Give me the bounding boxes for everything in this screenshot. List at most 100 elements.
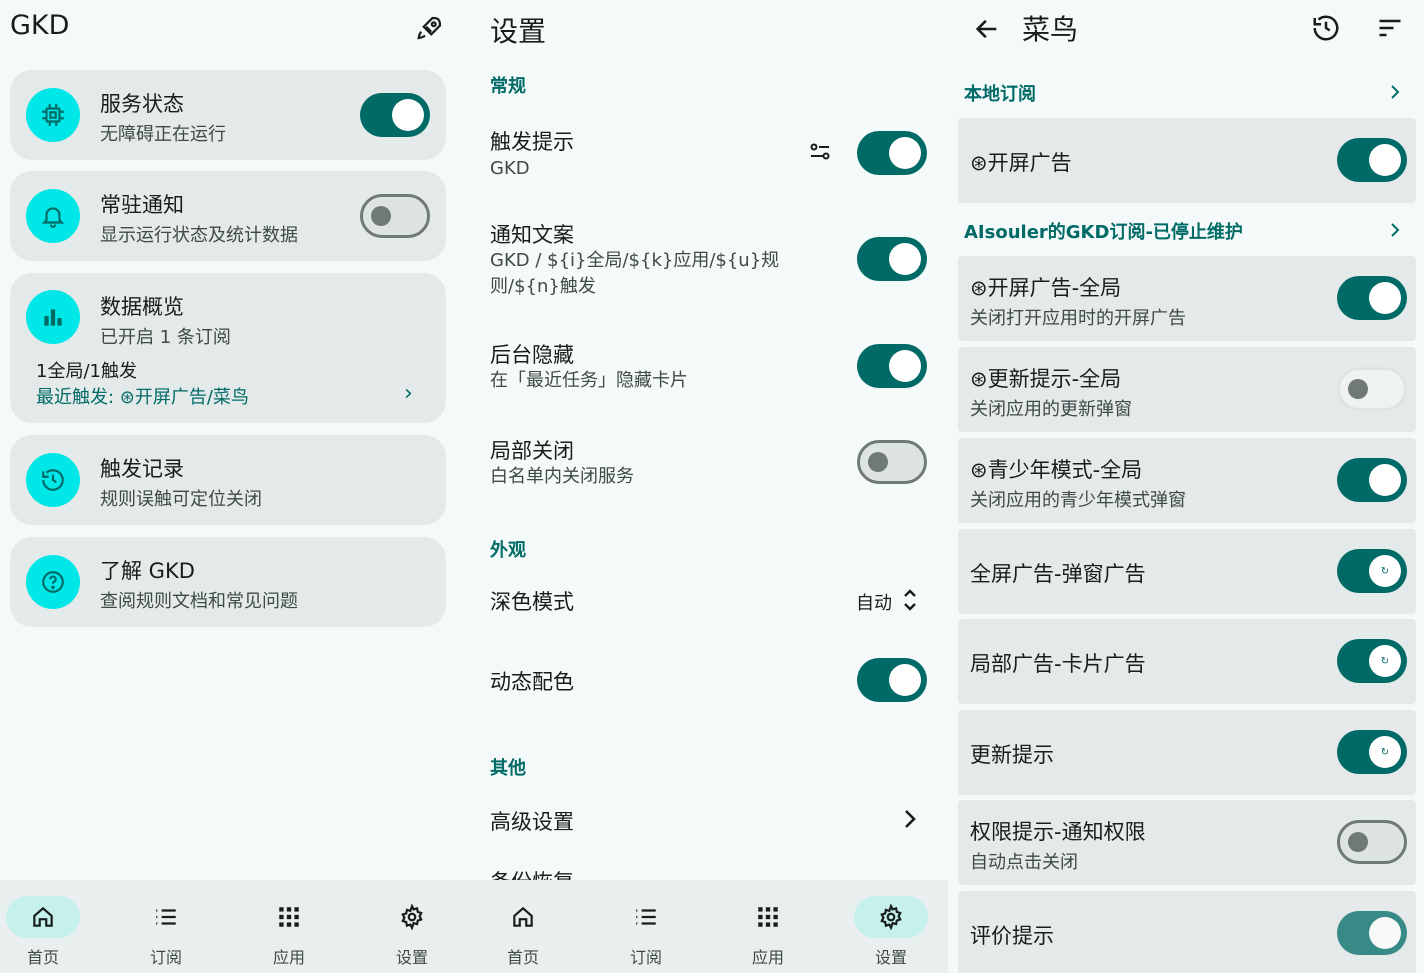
rule-row[interactable]: ⊛开屏广告-全局 关闭打开应用时的开屏广告 [958,256,1416,341]
apps-grid-icon [731,896,805,938]
bell-icon [26,189,80,243]
persistent-notification-card[interactable]: 常驻通知 显示运行状态及统计数据 [10,171,446,261]
rule-subtitle: 关闭打开应用时的开屏广告 [970,308,1186,329]
rule-row[interactable]: ⊛青少年模式-全局 关闭应用的青少年模式弹窗 [958,438,1416,523]
trigger-tip-toggle[interactable] [857,131,927,175]
nav-home[interactable]: 首页 [0,880,98,973]
apps-grid-icon [252,896,326,938]
trigger-log-card[interactable]: 触发记录 规则误触可定位关闭 [10,435,446,525]
rule-row[interactable]: 更新提示 ↻ [958,710,1416,795]
setting-advanced[interactable]: 高级设置 [470,800,948,840]
rule-toggle[interactable] [1337,820,1407,864]
home-icon [486,896,560,938]
nav-label: 订阅 [149,948,182,967]
setting-subtitle: GKD / ${i}全局/${k}应用/${u}规则/${n}触发 [490,250,780,297]
dark-mode-value[interactable]: 自动 [856,589,892,615]
nav-label: 订阅 [629,948,662,967]
rule-toggle[interactable] [1337,367,1407,411]
rule-toggle[interactable] [1337,276,1407,320]
partial-close-toggle[interactable] [857,440,927,484]
card-title: 常驻通知 [100,193,184,217]
sort-icon[interactable] [1372,10,1408,46]
rule-toggle[interactable] [1337,138,1407,182]
rule-row[interactable]: 全屏广告-弹窗广告 ↻ [958,529,1416,614]
notification-text-toggle[interactable] [857,237,927,281]
help-icon [26,555,80,609]
history-icon[interactable] [1308,10,1344,46]
setting-dynamic-color[interactable]: 动态配色 [470,658,948,702]
service-toggle[interactable] [360,93,430,137]
setting-subtitle: 白名单内关闭服务 [490,466,634,487]
unfold-icon[interactable] [900,586,920,614]
rule-row[interactable]: 权限提示-通知权限 自动点击关闭 [958,800,1416,885]
hide-background-toggle[interactable] [857,344,927,388]
bar-chart-icon [26,290,80,344]
refresh-icon: ↻ [1372,558,1398,584]
dynamic-color-toggle[interactable] [857,658,927,702]
rule-toggle[interactable] [1337,911,1407,955]
setting-trigger-tip[interactable]: 触发提示 GKD [470,120,948,190]
rule-row[interactable]: ⊛更新提示-全局 关闭应用的更新弹窗 [958,347,1416,432]
setting-notification-text[interactable]: 通知文案 GKD / ${i}全局/${k}应用/${u}规则/${n}触发 [470,215,948,305]
rule-title: 局部广告-卡片广告 [970,652,1146,676]
card-title: 服务状态 [100,92,184,116]
last-trigger-link[interactable]: 最近触发: ⊛开屏广告/菜鸟 [36,383,249,409]
nav-label: 应用 [272,948,305,967]
rule-subtitle: 关闭应用的更新弹窗 [970,399,1132,420]
nav-settings[interactable]: 设置 [836,880,946,973]
home-screen: GKD 服务状态 无障碍正在运行 常驻通知 显示运行状态及统计数据 数据概览 已… [0,0,470,973]
setting-dark-mode[interactable]: 深色模式 自动 [470,580,948,624]
chevron-right-icon[interactable]: › [404,381,413,406]
rule-toggle[interactable]: ↻ [1337,549,1407,593]
gear-icon [854,896,928,938]
rule-title: 权限提示-通知权限 [970,820,1146,844]
nav-label: 应用 [751,948,784,967]
app-title: GKD [10,10,70,41]
setting-hide-background[interactable]: 后台隐藏 在「最近任务」隐藏卡片 [470,335,948,395]
about-gkd-card[interactable]: 了解 GKD 查阅规则文档和常见问题 [10,537,446,627]
home-top-bar: GKD [0,0,470,56]
rule-title: ⊛青少年模式-全局 [970,458,1143,482]
nav-apps[interactable]: 应用 [713,880,823,973]
page-title: 菜鸟 [1022,13,1079,46]
nav-label: 设置 [395,948,428,967]
section-general: 常规 [490,76,526,97]
home-icon [6,896,80,938]
setting-title: 深色模式 [490,590,574,614]
group-header-aisouler[interactable]: AIsouler的GKD订阅-已停止维护 [948,210,1424,250]
group-header-local[interactable]: 本地订阅 [948,72,1424,112]
gear-icon [375,896,449,938]
service-status-card[interactable]: 服务状态 无障碍正在运行 [10,70,446,160]
rocket-icon[interactable] [412,10,448,46]
card-title: 了解 GKD [100,559,195,583]
page-title: 设置 [490,15,547,48]
nav-subscriptions[interactable]: 订阅 [591,880,701,973]
setting-title: 后台隐藏 [490,343,574,367]
nav-settings[interactable]: 设置 [357,880,467,973]
settings-screen: 设置 常规 触发提示 GKD 通知文案 GKD / ${i}全局/${k}应用/… [470,0,948,973]
notification-toggle[interactable] [360,194,430,238]
refresh-icon: ↻ [1372,739,1398,765]
chevron-right-icon [1388,220,1402,240]
nav-home[interactable]: 首页 [470,880,578,973]
rule-toggle[interactable]: ↻ [1337,639,1407,683]
setting-partial-close[interactable]: 局部关闭 白名单内关闭服务 [470,431,948,491]
nav-subscriptions[interactable]: 订阅 [111,880,221,973]
setting-subtitle: GKD [490,158,530,179]
card-subtitle: 规则误触可定位关闭 [100,489,262,510]
tune-icon[interactable] [806,138,834,166]
rule-row[interactable]: 评价提示 [958,891,1416,973]
group-title: 本地订阅 [964,84,1036,105]
list-icon [609,896,683,938]
section-other: 其他 [490,758,526,779]
rule-title: ⊛开屏广告 [970,151,1072,175]
rule-row[interactable]: ⊛开屏广告 [958,118,1416,203]
data-overview-card[interactable]: 数据概览 已开启 1 条订阅 1全局/1触发 最近触发: ⊛开屏广告/菜鸟 › [10,273,446,423]
rule-row[interactable]: 局部广告-卡片广告 ↻ [958,619,1416,704]
setting-title: 动态配色 [490,670,574,694]
nav-apps[interactable]: 应用 [234,880,344,973]
rule-toggle[interactable] [1337,458,1407,502]
card-subtitle: 已开启 1 条订阅 [100,327,231,348]
rule-toggle[interactable]: ↻ [1337,730,1407,774]
back-arrow-icon[interactable] [970,12,1004,46]
